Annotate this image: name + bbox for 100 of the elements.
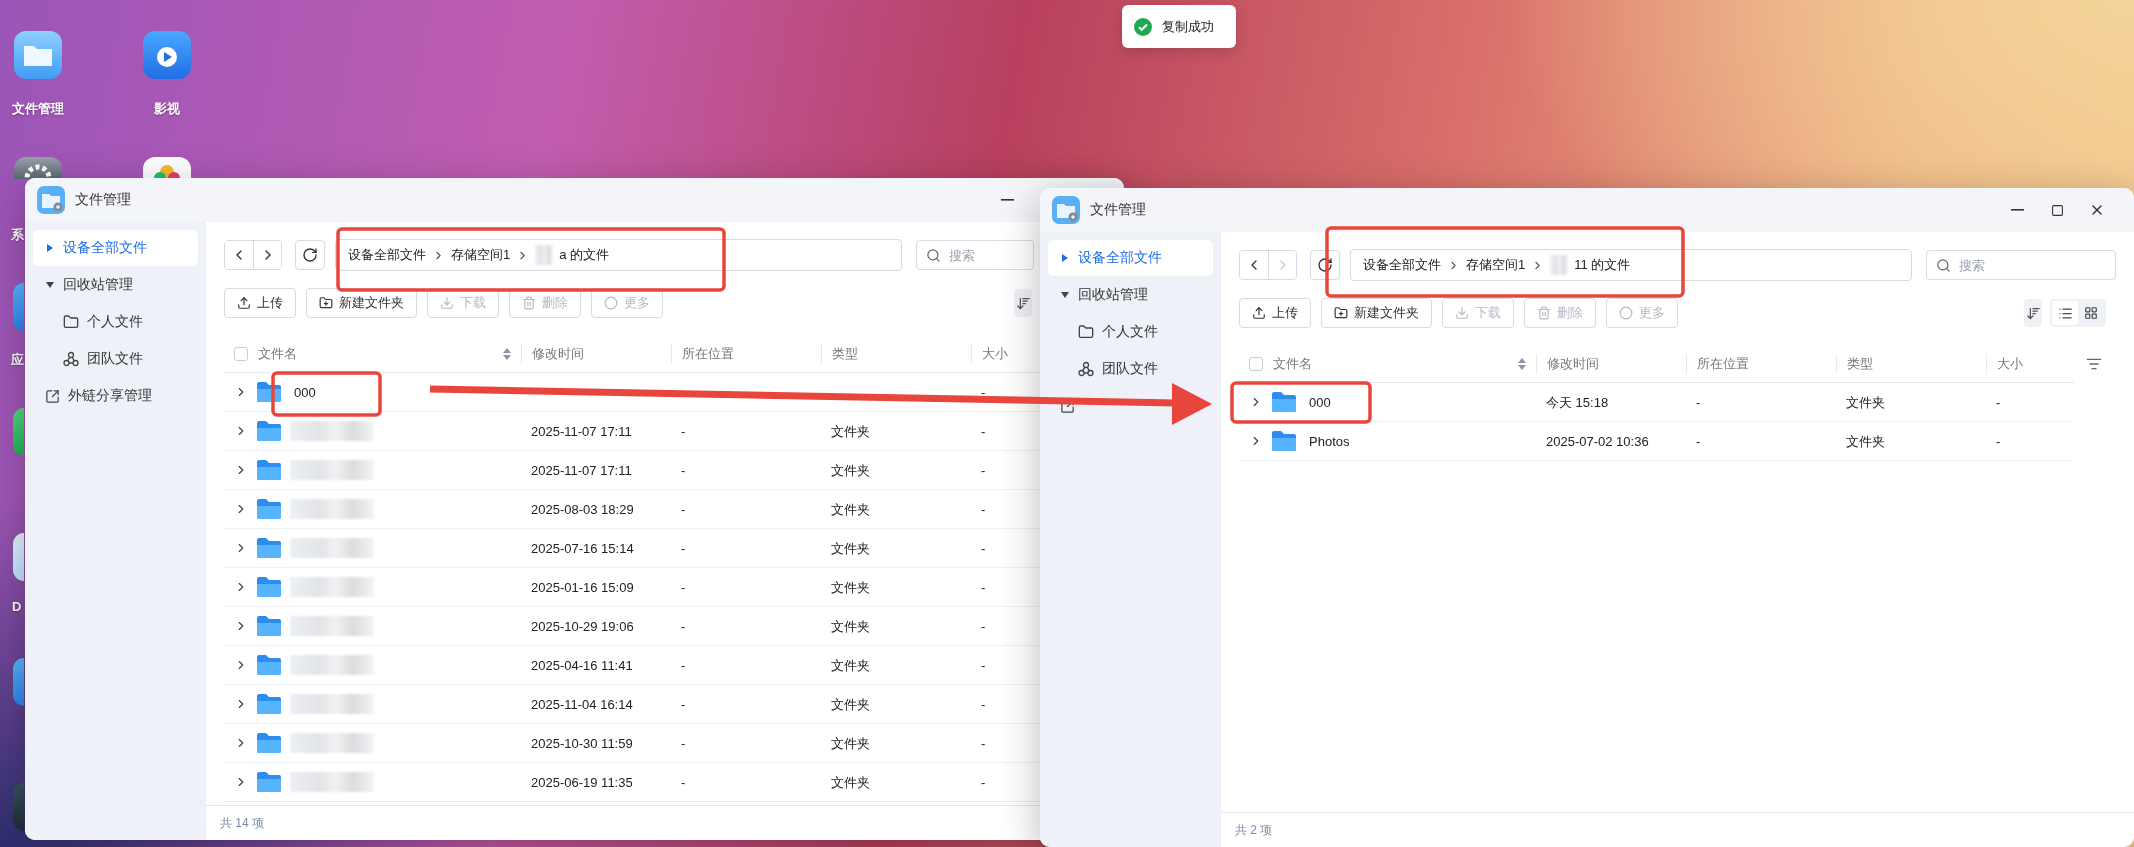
table-cell: 2025-04-16 11:41 bbox=[531, 658, 633, 673]
sort-button[interactable] bbox=[1014, 289, 1032, 317]
list-view-button[interactable] bbox=[2052, 301, 2078, 325]
folder-icon bbox=[256, 732, 282, 754]
table-cell: - bbox=[1696, 395, 1701, 410]
app-icon[interactable] bbox=[13, 533, 24, 581]
column-header[interactable]: 文件名 bbox=[258, 345, 297, 363]
breadcrumb-item[interactable]: 设备全部文件 bbox=[348, 246, 426, 264]
table-cell: 文件夹 bbox=[831, 501, 870, 517]
sidebar-item[interactable]: 设备全部文件 bbox=[1048, 240, 1213, 276]
sort-button[interactable] bbox=[2024, 299, 2042, 327]
table-cell: - bbox=[981, 424, 986, 439]
search-icon bbox=[1936, 258, 1951, 273]
trash-icon bbox=[522, 296, 536, 310]
folder-icon bbox=[1271, 430, 1297, 452]
minus-icon bbox=[2010, 209, 2024, 211]
table-cell: - bbox=[681, 580, 686, 595]
sidebar-item[interactable]: 回收站管理 bbox=[33, 267, 198, 303]
checkbox[interactable] bbox=[1249, 357, 1263, 371]
play-app-icon[interactable] bbox=[143, 31, 191, 79]
table-cell: 文件夹 bbox=[831, 657, 870, 673]
column-header[interactable]: 类型 bbox=[1847, 355, 1873, 373]
window-title: 文件管理 bbox=[75, 191, 131, 209]
toolbar-button[interactable]: 上传 bbox=[224, 288, 296, 318]
sort-icon bbox=[1015, 295, 1031, 311]
status-text: 共 14 项 bbox=[220, 814, 264, 832]
sort-arrows-icon bbox=[1518, 358, 1526, 370]
grid-icon bbox=[2084, 306, 2098, 320]
table-cell: - bbox=[681, 463, 686, 478]
toolbar-button[interactable]: 上传 bbox=[1239, 298, 1311, 328]
sidebar-item[interactable]: 外链分享管理 bbox=[33, 378, 198, 414]
column-header[interactable]: 大小 bbox=[1997, 355, 2023, 373]
refresh-button[interactable] bbox=[295, 240, 325, 270]
sidebar-item[interactable]: 个人文件 bbox=[33, 304, 198, 340]
sidebar-item[interactable]: 设备全部文件 bbox=[33, 230, 198, 266]
breadcrumb-item[interactable]: 11 的文件 bbox=[1574, 256, 1631, 274]
column-header[interactable]: 文件名 bbox=[1273, 355, 1312, 373]
breadcrumb-item[interactable]: a 的文件 bbox=[559, 246, 610, 264]
app-label: 影视 bbox=[154, 100, 180, 118]
breadcrumb-item[interactable]: 存储空间1 bbox=[451, 246, 511, 264]
column-header[interactable]: 修改时间 bbox=[1547, 355, 1599, 373]
table-cell: - bbox=[1996, 434, 2001, 449]
download-icon bbox=[440, 296, 454, 310]
flower-app-icon[interactable] bbox=[143, 157, 191, 179]
status-text: 共 2 项 bbox=[1235, 821, 1273, 839]
toolbar-button[interactable]: 新建文件夹 bbox=[306, 288, 417, 318]
folder-icon bbox=[256, 459, 282, 481]
table-cell: 2025-01-16 15:09 bbox=[531, 580, 634, 595]
toolbar-button[interactable]: 新建文件夹 bbox=[1321, 298, 1432, 328]
table-cell: 文件夹 bbox=[1846, 433, 1885, 449]
nodes-icon bbox=[1078, 361, 1094, 377]
list-icon bbox=[2057, 305, 2073, 321]
table-cell: 2025-07-02 10:36 bbox=[1546, 434, 1649, 449]
window-title: 文件管理 bbox=[1090, 201, 1146, 219]
square-icon bbox=[2050, 203, 2064, 217]
filter-icon[interactable] bbox=[2086, 356, 2102, 372]
folder-icon bbox=[256, 771, 282, 793]
table-cell: 文件夹 bbox=[831, 735, 870, 751]
forward-button[interactable] bbox=[253, 241, 281, 269]
file-name[interactable]: 000 bbox=[294, 384, 316, 400]
checkbox[interactable] bbox=[234, 347, 248, 361]
table-cell: 文件夹 bbox=[831, 696, 870, 712]
sidebar-item[interactable]: 团队文件 bbox=[33, 341, 198, 377]
folder-icon bbox=[256, 498, 282, 520]
table-cell: 文件夹 bbox=[1846, 394, 1885, 410]
minus-icon bbox=[1000, 199, 1014, 201]
column-header[interactable]: 大小 bbox=[982, 345, 1008, 363]
sort-icon bbox=[2025, 305, 2041, 321]
app-label: D bbox=[12, 599, 22, 614]
sort-arrows-icon bbox=[503, 348, 511, 360]
sidebar-item[interactable]: 回收站管理 bbox=[1048, 277, 1213, 313]
refresh-icon bbox=[1317, 257, 1333, 273]
refresh-icon bbox=[302, 247, 318, 263]
column-header[interactable]: 类型 bbox=[832, 345, 858, 363]
column-header[interactable]: 所在位置 bbox=[1697, 355, 1749, 373]
search-field[interactable]: 搜索 bbox=[916, 240, 1034, 270]
app-icon[interactable] bbox=[13, 658, 24, 706]
table-cell: 2025-10-29 19:06 bbox=[531, 619, 634, 634]
gear-app-icon[interactable] bbox=[14, 157, 62, 179]
search-icon bbox=[926, 248, 941, 263]
app-label: 文件管理 bbox=[12, 100, 64, 118]
table-cell: 文件夹 bbox=[831, 540, 870, 556]
table-cell: 文件夹 bbox=[831, 579, 870, 595]
file-name[interactable]: 000 bbox=[1309, 394, 1331, 410]
search-field[interactable]: 搜索 bbox=[1926, 250, 2116, 280]
circle-icon bbox=[1619, 306, 1633, 320]
column-header[interactable]: 修改时间 bbox=[532, 345, 584, 363]
toast-message: 复制成功 bbox=[1162, 17, 1214, 36]
folder-icon bbox=[256, 576, 282, 598]
file-name[interactable]: Photos bbox=[1309, 433, 1350, 449]
sidebar-item[interactable]: 团队文件 bbox=[1048, 351, 1213, 387]
column-header[interactable]: 所在位置 bbox=[682, 345, 734, 363]
folder-outline-icon bbox=[1078, 324, 1094, 340]
breadcrumb-item[interactable]: 设备全部文件 bbox=[1363, 256, 1441, 274]
table-cell: - bbox=[981, 463, 986, 478]
folder-app-icon[interactable] bbox=[14, 31, 62, 79]
breadcrumb-item[interactable]: 存储空间1 bbox=[1466, 256, 1526, 274]
sidebar-item[interactable]: 个人文件 bbox=[1048, 314, 1213, 350]
folder-plus-icon bbox=[1334, 306, 1348, 320]
download-icon bbox=[1455, 306, 1469, 320]
